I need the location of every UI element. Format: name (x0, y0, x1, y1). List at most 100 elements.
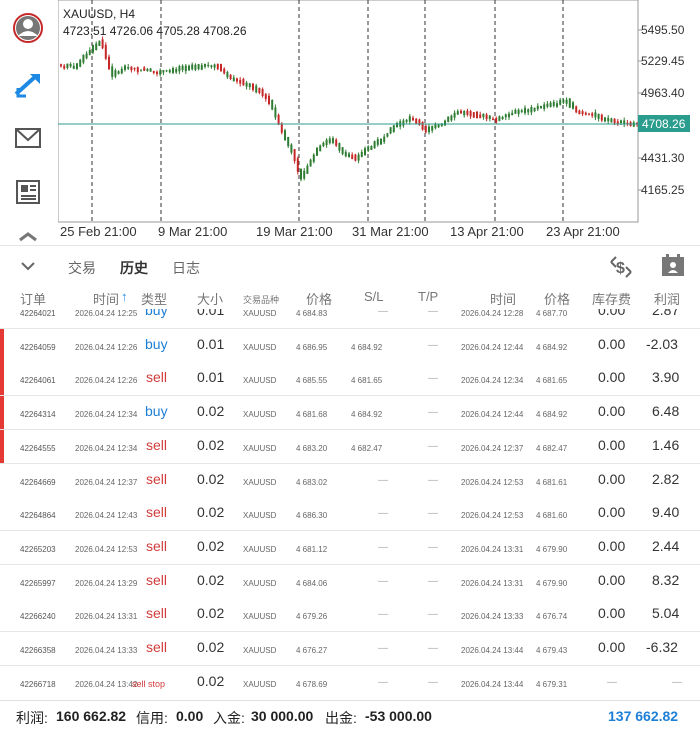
cell-sl: — (378, 676, 388, 688)
header-price[interactable]: 价格 (306, 289, 332, 308)
header-close-price[interactable]: 价格 (544, 289, 570, 308)
cell-order: 42264314 (20, 410, 56, 420)
candle-body (450, 115, 453, 121)
calendar-icon[interactable] (660, 252, 686, 283)
candle-body (232, 77, 235, 82)
candle-body (165, 70, 168, 72)
table-row[interactable]: 42264864 2026.04.24 12:43 sell 0.02 XAUUSD 4 … (0, 497, 700, 532)
tab-trade[interactable]: 交易 (68, 258, 96, 278)
cell-order: 42264669 (20, 477, 56, 487)
candle-body (143, 67, 146, 71)
candle-body (517, 109, 520, 115)
candle-body (424, 125, 427, 133)
cell-profit: 9.40 (652, 504, 680, 521)
header-swap[interactable]: 库存费 (592, 289, 631, 308)
tab-journal[interactable]: 日志 (172, 258, 200, 278)
header-volume[interactable]: 大小 (197, 289, 223, 308)
table-row[interactable]: 42266718 2026.04.24 13:42 sell stop 0.02 XAU… (0, 665, 700, 699)
cell-type: sell (146, 571, 168, 588)
candle-body (373, 141, 376, 149)
candle-body (191, 64, 194, 70)
table-row[interactable]: 42265997 2026.04.24 13:29 sell 0.02 XAUUSD 4 … (0, 564, 700, 599)
candle-body (133, 67, 136, 70)
table-row[interactable]: 42265203 2026.04.24 12:53 sell 0.02 XAUUSD 4 … (0, 530, 700, 565)
candle-body (488, 115, 491, 119)
chevron-down-icon[interactable] (20, 258, 36, 279)
candle-body (575, 106, 578, 113)
candle-body (501, 116, 504, 120)
price-axis: 5495.50 5229.45 4963.40 4431.30 4165.25 (638, 23, 685, 197)
cell-time: 2026.04.24 12:53 (75, 544, 138, 554)
news-icon[interactable] (8, 172, 48, 212)
candle-body (303, 170, 306, 179)
cell-type: sell (146, 537, 168, 554)
table-row[interactable]: 42264555 2026.04.24 12:34 sell 0.02 XAUUSD 4 … (0, 429, 700, 464)
header-time[interactable]: 时间 (93, 289, 119, 308)
candle-body (552, 101, 555, 106)
candle-body (456, 111, 459, 115)
tab-history[interactable]: 历史 (120, 258, 148, 278)
cell-swap: 0.00 (598, 639, 626, 655)
header-profit[interactable]: 利润 (654, 289, 680, 308)
candle-body (492, 118, 494, 120)
candle-body (66, 63, 69, 68)
cell-close-time: 2026.04.24 12:37 (461, 443, 524, 453)
cell-symbol: XAUUSD (243, 443, 277, 453)
candle-body (335, 139, 338, 146)
account-icon[interactable] (8, 8, 48, 48)
candle-body (527, 109, 530, 113)
candle-body (504, 114, 507, 118)
candle-body (280, 123, 283, 133)
table-row[interactable]: 42264059 2026.04.24 12:26 buy 0.01 XAUUSD 4 6… (0, 328, 700, 363)
price-tick-label: 4165.25 (641, 183, 685, 197)
candle-body (594, 112, 597, 118)
candle-body (184, 65, 187, 72)
candle-body (511, 112, 514, 116)
cell-volume: 0.01 (197, 309, 225, 318)
candle-body (524, 107, 526, 114)
cell-volume: 0.02 (197, 605, 225, 622)
candle-body (348, 153, 350, 158)
header-type[interactable]: 类型 (141, 289, 167, 308)
header-close-time[interactable]: 时间 (490, 289, 516, 308)
cell-order: 42264021 (20, 309, 56, 318)
price-chart[interactable]: 4708.26 XAUUSD, H4 4723.51 4726.06 4705.… (57, 0, 700, 245)
table-row[interactable]: 42264061 2026.04.24 12:26 sell 0.01 XAUUSD 4 … (0, 362, 700, 397)
header-tp[interactable]: T/P (418, 289, 438, 304)
table-row[interactable]: 42264669 2026.04.24 12:37 sell 0.02 XAUUSD 4 … (0, 463, 700, 498)
cell-profit: 8.32 (652, 571, 680, 588)
table-row[interactable]: 42266358 2026.04.24 13:33 sell 0.02 XAUUSD 4 … (0, 632, 700, 666)
candle-body (287, 136, 290, 147)
cell-type: sell stop (132, 678, 166, 689)
header-order[interactable]: 订单 (20, 289, 46, 308)
candle-body (610, 118, 613, 123)
current-price-label: 4708.26 (642, 117, 686, 131)
cell-volume: 0.02 (197, 537, 225, 554)
cell-time: 2026.04.24 12:26 (75, 376, 138, 386)
candle-body (597, 113, 600, 119)
candle-body (108, 56, 110, 70)
table-row[interactable]: 42264314 2026.04.24 12:34 buy 0.02 XAUUSD 4 6… (0, 396, 700, 431)
currency-exchange-icon[interactable]: $ (608, 254, 634, 285)
cell-sl: — (378, 309, 388, 317)
history-table: 42264021 2026.04.24 12:25 buy 0.01 XAUUSD 4 6… (0, 309, 700, 699)
candle-body (613, 118, 616, 124)
header-symbol[interactable]: 交易品种 (243, 293, 279, 306)
sort-arrow-icon[interactable]: ↑ (121, 289, 128, 304)
time-axis: 25 Feb 21:00 9 Mar 21:00 19 Mar 21:00 31 Ma… (60, 224, 620, 239)
cell-symbol: XAUUSD (243, 477, 277, 487)
cell-profit: 1.46 (652, 436, 680, 453)
candle-body (453, 112, 456, 118)
cell-order: 42266358 (20, 646, 56, 655)
header-sl[interactable]: S/L (364, 289, 384, 304)
cell-price: 4 685.55 (296, 376, 328, 386)
candle-body (565, 99, 568, 104)
mail-icon[interactable] (8, 118, 48, 158)
trade-icon[interactable] (8, 64, 48, 104)
cell-swap: 0.00 (598, 504, 626, 521)
more-icon[interactable] (8, 226, 48, 245)
table-header: 订单 时间 ↑ 类型 大小 交易品种 价格 S/L T/P 时间 价格 库存费 … (0, 287, 700, 309)
table-row[interactable]: 42264021 2026.04.24 12:25 buy 0.01 XAUUSD 4 6… (0, 309, 700, 329)
candle-body (533, 107, 536, 112)
table-row[interactable]: 42266240 2026.04.24 13:31 sell 0.02 XAUUSD 4 … (0, 598, 700, 633)
